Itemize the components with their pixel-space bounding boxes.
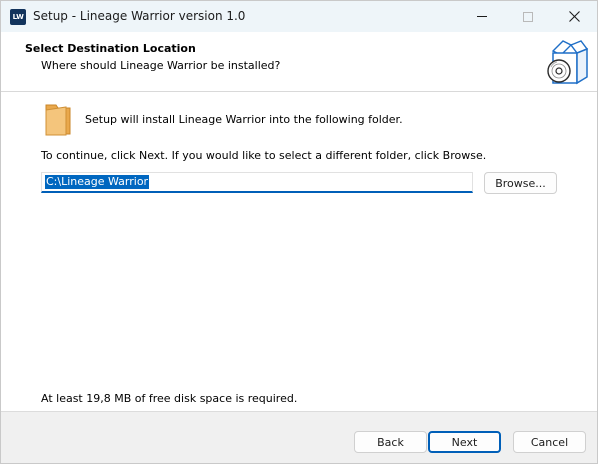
close-button[interactable] <box>551 1 597 32</box>
wizard-footer: Back Next Cancel <box>1 412 597 463</box>
app-icon: LW <box>10 9 26 25</box>
continue-instructions: To continue, click Next. If you would li… <box>41 149 487 162</box>
maximize-button <box>505 1 551 32</box>
minimize-button[interactable] <box>459 1 505 32</box>
box-disc-icon <box>547 40 589 85</box>
title-bar[interactable]: LW Setup - Lineage Warrior version 1.0 <box>1 1 597 32</box>
folder-icon <box>45 104 71 136</box>
wizard-body: Setup will install Lineage Warrior into … <box>1 92 597 411</box>
next-button[interactable]: Next <box>428 431 501 453</box>
install-info-text: Setup will install Lineage Warrior into … <box>85 113 403 126</box>
window-title: Setup - Lineage Warrior version 1.0 <box>33 9 246 23</box>
cancel-button[interactable]: Cancel <box>513 431 586 453</box>
destination-path-value: C:\Lineage Warrior <box>45 175 150 189</box>
setup-window: LW Setup - Lineage Warrior version 1.0 S… <box>0 0 598 464</box>
destination-path-input[interactable]: C:\Lineage Warrior <box>41 172 473 193</box>
maximize-icon <box>523 11 533 22</box>
page-subtitle: Where should Lineage Warrior be installe… <box>41 59 281 72</box>
wizard-header: Select Destination Location Where should… <box>1 32 597 91</box>
browse-button[interactable]: Browse... <box>484 172 557 194</box>
minimize-icon <box>477 16 487 17</box>
disk-space-requirement: At least 19,8 MB of free disk space is r… <box>41 392 298 405</box>
page-title: Select Destination Location <box>25 42 196 55</box>
back-button[interactable]: Back <box>354 431 427 453</box>
close-icon <box>568 11 580 22</box>
